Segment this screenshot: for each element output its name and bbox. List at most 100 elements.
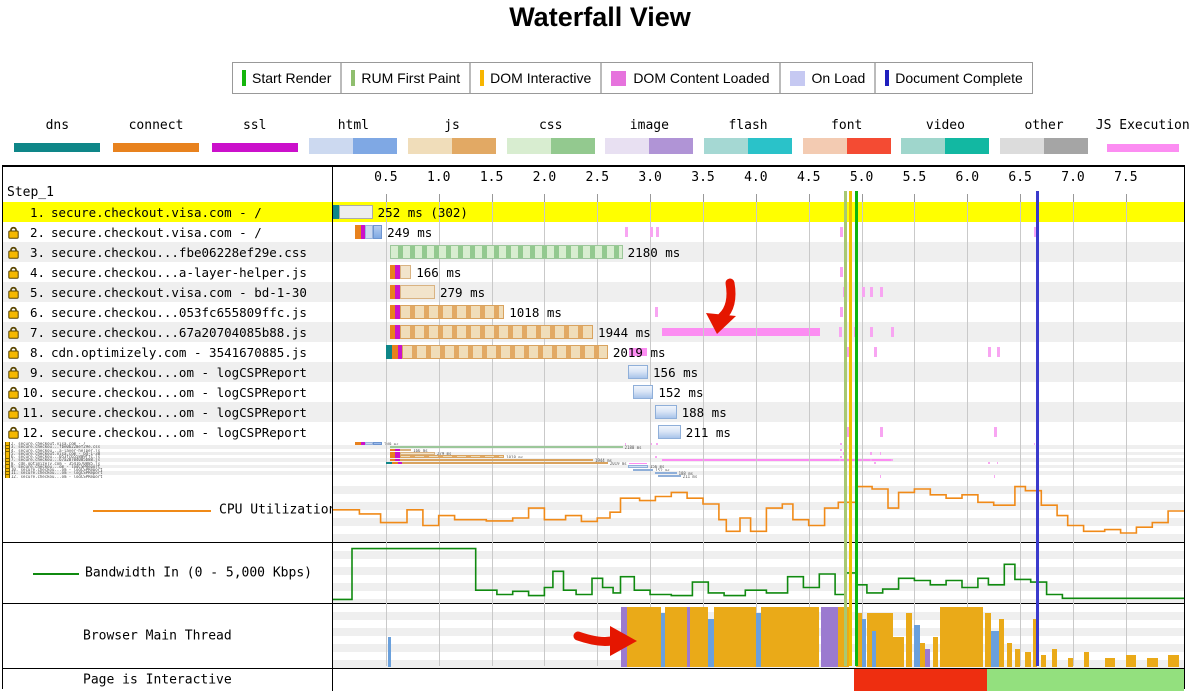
event-legend-label: DOM Interactive — [490, 70, 591, 86]
axis-tick-mark — [544, 194, 545, 202]
main-thread-activity-bar — [940, 607, 983, 667]
request-number: 10. — [21, 385, 45, 400]
type-swatch-half — [309, 138, 353, 154]
type-swatch-half — [649, 138, 693, 154]
js-s-segment — [400, 305, 505, 319]
request-label-cell: 9.secure.checkou...om - logCSPReport — [3, 362, 333, 382]
request-timeline: 1944 ms — [333, 322, 1184, 342]
event-legend-item: Start Render — [233, 63, 342, 93]
request-row[interactable]: 11.secure.checkou...om - logCSPReport188… — [3, 402, 1184, 422]
main-thread-activity-bar — [1168, 655, 1179, 667]
start-render-line-header-tick — [855, 191, 858, 202]
type-legend-item: font — [797, 118, 896, 154]
dns-swatch-icon — [14, 143, 100, 152]
js-s-segment — [402, 462, 608, 464]
request-label: cdn.optimizely.com - 3541670885.js — [51, 345, 307, 360]
request-time-annotation: 156 ms — [653, 365, 698, 380]
lock-cell — [5, 426, 21, 439]
dom-content-loaded-marker-icon — [611, 71, 626, 86]
type-swatch-half — [847, 138, 891, 154]
main-thread-activity-bar — [1147, 658, 1158, 667]
request-time-annotation: 1944 ms — [598, 325, 651, 340]
main-thread-activity-bar — [1025, 652, 1030, 667]
type-legend-label: image — [630, 118, 669, 133]
type-swatch-half — [452, 138, 496, 154]
cpu-line-swatch — [93, 510, 211, 512]
type-legend-item: other — [995, 118, 1094, 154]
request-label-cell: 12.secure.checkou...om - logCSPReport — [3, 422, 333, 442]
request-row[interactable]: 2.secure.checkout.visa.com - /249 ms — [3, 222, 1184, 242]
type-swatch-half — [1044, 138, 1088, 154]
type-swatch-half — [1107, 144, 1179, 152]
lock-cell — [5, 346, 21, 359]
type-legend-item: ssl — [205, 118, 304, 154]
js-swatch-icon — [408, 138, 496, 154]
main-thread-activity-bar — [821, 607, 838, 667]
request-label-cell: 5.secure.checkout.visa.com - bd-1-30 — [3, 282, 333, 302]
lock-icon — [8, 346, 19, 359]
type-swatch-half — [803, 138, 847, 154]
request-label: secure.checkout.visa.com - / — [51, 205, 262, 220]
lock-icon — [8, 286, 19, 299]
request-timeline: 249 ms — [333, 222, 1184, 242]
event-legend-item: DOM Content Loaded — [602, 63, 780, 93]
request-rows: 1.secure.checkout.visa.com - /252 ms (30… — [3, 202, 1184, 442]
dom-interactive-marker-icon — [480, 70, 484, 86]
js-l-segment — [400, 285, 435, 299]
connect-swatch-icon — [113, 143, 199, 152]
main-thread-activity-bar — [388, 637, 391, 667]
css-swatch-icon — [507, 138, 595, 154]
js-l-segment — [400, 449, 412, 451]
cpu-label: CPU Utilization — [219, 502, 336, 517]
request-row[interactable]: 5.secure.checkout.visa.com - bd-1-30279 … — [3, 282, 1184, 302]
dom-content-loaded-tick — [988, 347, 991, 357]
js-execution-swatch-icon — [1107, 144, 1179, 152]
request-row[interactable]: 8.cdn.optimizely.com - 3541670885.js2019… — [3, 342, 1184, 362]
type-legend-label: dns — [46, 118, 69, 133]
xhr-segment — [628, 465, 648, 467]
type-legend-item: video — [896, 118, 995, 154]
lock-icon — [8, 426, 19, 439]
request-label: secure.checkou...a-layer-helper.js — [51, 265, 307, 280]
type-swatch-half — [507, 138, 551, 154]
rum-first-paint-line-header-tick — [844, 191, 847, 202]
main-thread-activity-bar — [1015, 649, 1020, 667]
js-s-segment — [400, 455, 505, 457]
request-time-annotation: 1018 ms — [506, 455, 523, 458]
type-swatch-half — [945, 138, 989, 154]
request-row[interactable]: 12.secure.checkou...om - logCSPReport211… — [3, 422, 1184, 442]
request-row[interactable]: 9.secure.checkou...om - logCSPReport 156 … — [3, 362, 1184, 382]
bandwidth-label-cell: Bandwidth In (0 - 5,000 Kbps) — [3, 543, 333, 603]
request-row[interactable]: 7.secure.checkou...67a20704085b88.js1944… — [3, 322, 1184, 342]
document-complete-marker-icon — [885, 70, 889, 86]
request-time-annotation: 249 ms — [384, 442, 398, 445]
event-legend-label: Start Render — [252, 70, 331, 86]
bandwidth-chart — [333, 543, 1184, 603]
request-row[interactable]: 6.secure.checkou...053fc655809ffc.js1018… — [3, 302, 1184, 322]
request-row[interactable]: 3.secure.checkou...fbe06228ef29e.css2180… — [3, 242, 1184, 262]
waterfall-header: Step_1 0.51.01.52.02.53.03.54.04.55.05.5… — [3, 167, 1184, 202]
cpu-utilization-line — [333, 478, 1184, 542]
type-swatch-half — [113, 143, 199, 152]
axis-tick-mark — [914, 194, 915, 202]
request-row[interactable]: 10.secure.checkou...om - logCSPReport152… — [3, 382, 1184, 402]
request-label-cell: 1.secure.checkout.visa.com - / — [3, 202, 333, 222]
main-thread-activity-bar — [714, 607, 756, 667]
page-interactive-label: Page is Interactive — [83, 672, 232, 687]
request-row[interactable]: 1.secure.checkout.visa.com - /252 ms (30… — [3, 202, 1184, 222]
cpu-section: CPU Utilization — [3, 478, 1184, 542]
request-label-cell: 2.secure.checkout.visa.com - / — [3, 222, 333, 242]
xhr-segment — [633, 385, 653, 399]
type-legend-label: ssl — [243, 118, 266, 133]
dom-content-loaded-tick — [846, 347, 849, 357]
request-time-annotation: 279 ms — [437, 452, 451, 455]
event-legend-item: RUM First Paint — [342, 63, 471, 93]
axis-tick-mark — [1126, 194, 1127, 202]
page-title: Waterfall View — [0, 2, 1200, 33]
type-legend-label: flash — [728, 118, 767, 133]
request-row[interactable]: 4.secure.checkou...a-layer-helper.js166 … — [3, 262, 1184, 282]
event-legend-item: On Load — [781, 63, 877, 93]
axis-tick-mark — [1073, 194, 1074, 202]
request-number: 11. — [21, 405, 45, 420]
axis-tick-label: 5.5 — [903, 170, 926, 185]
